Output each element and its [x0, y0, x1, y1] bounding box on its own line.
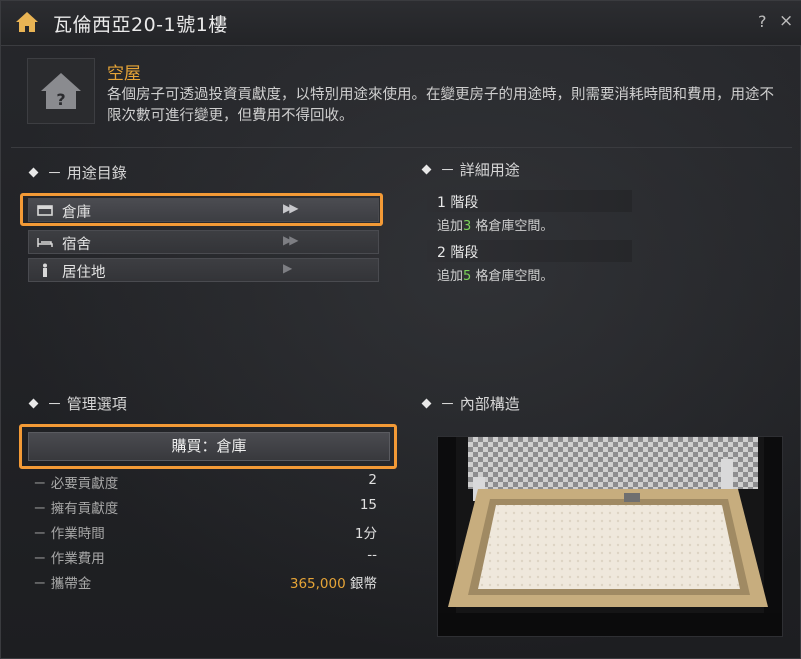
stat-work-cost: － 作業費用 --: [33, 547, 377, 567]
house-window: 瓦倫西亞20-1號1樓 ? × ? 空屋 各個房子可透過投資貢獻度，以特別用途來…: [0, 0, 801, 659]
usage-item-label: 宿舍: [62, 237, 91, 253]
buy-button-highlight: [19, 424, 397, 469]
stage-1-header: 1 階段: [427, 190, 632, 212]
divider: [11, 147, 792, 148]
interior-preview-image: [437, 436, 783, 637]
diamond-icon: [421, 164, 432, 175]
arrow-icon: ▶: [283, 261, 292, 275]
section-detail: － 詳細用途: [421, 159, 520, 180]
house-type-label: 空屋: [107, 64, 141, 84]
bed-icon: [37, 238, 53, 247]
close-button[interactable]: ×: [779, 11, 793, 31]
house-question-icon: ?: [41, 73, 81, 109]
window-title: 瓦倫西亞20-1號1樓: [53, 14, 228, 36]
interior-drawing: [438, 437, 782, 636]
person-icon: [43, 263, 47, 277]
house-description: 各個房子可透過投資貢獻度，以特別用途來使用。在變更房子的用途時，則需要消耗時間和…: [107, 87, 774, 124]
section-usage-list: － 用途目錄: [28, 162, 127, 183]
stat-work-time: － 作業時間 1分: [33, 526, 377, 542]
usage-item-residence[interactable]: 居住地 ▶: [28, 258, 379, 282]
section-management: － 管理選項: [28, 393, 127, 414]
home-icon: [16, 12, 38, 32]
double-arrow-icon: ▶▶: [283, 233, 299, 247]
stat-required-contribution: － 必要貢獻度 2: [33, 472, 377, 492]
stage-2-description: 追加5 格倉庫空間。: [437, 269, 554, 284]
stage-1-description: 追加3 格倉庫空間。: [437, 219, 554, 234]
stage-2-header: 2 階段: [427, 240, 632, 262]
diamond-icon: [421, 398, 432, 409]
house-type-icon-box: ?: [27, 58, 95, 124]
stat-carried-money: － 攜帶金 365,000 銀幣: [33, 576, 377, 592]
selection-highlight: [20, 193, 383, 226]
title-bar[interactable]: 瓦倫西亞20-1號1樓 ? ×: [1, 1, 801, 46]
usage-item-dormitory[interactable]: 宿舍 ▶▶: [28, 230, 379, 254]
usage-item-label: 居住地: [62, 265, 106, 281]
stat-owned-contribution: － 擁有貢獻度 15: [33, 497, 377, 517]
svg-text:?: ?: [56, 90, 65, 109]
help-button[interactable]: ?: [758, 12, 767, 31]
diamond-icon: [28, 398, 39, 409]
diamond-icon: [28, 167, 39, 178]
section-interior: － 內部構造: [421, 393, 520, 414]
